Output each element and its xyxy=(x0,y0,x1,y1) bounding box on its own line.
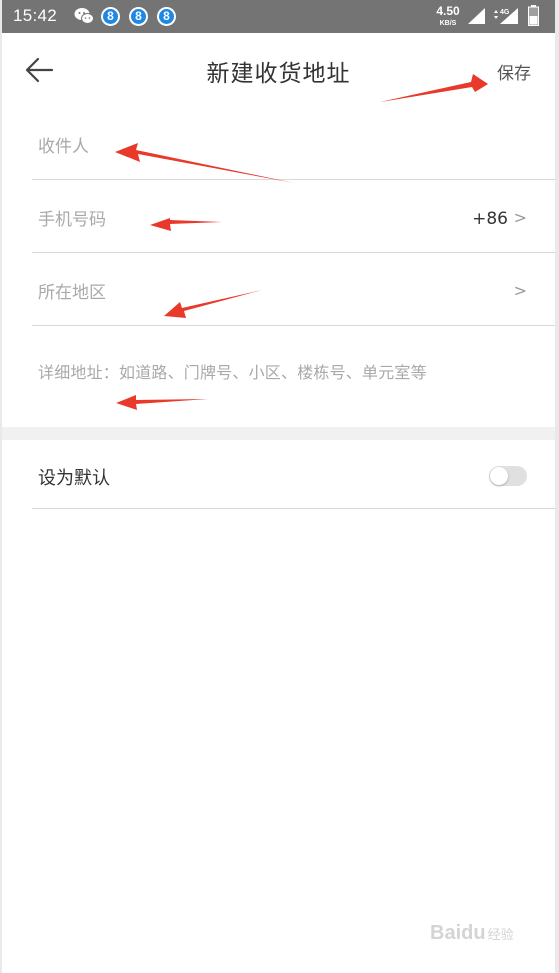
notification-app-icon: 8 xyxy=(129,7,148,26)
set-default-toggle[interactable] xyxy=(489,466,527,486)
watermark-brand: Baidu xyxy=(430,922,486,944)
chevron-right-icon: > xyxy=(513,208,527,227)
chevron-right-icon: > xyxy=(513,281,527,300)
network-speed: 4.50 KB/S xyxy=(436,4,460,27)
network-type-label: 4G xyxy=(500,9,510,16)
notification-app-icon: 8 xyxy=(101,7,120,26)
detail-address-field[interactable]: 详细地址：如道路、门牌号、小区、楼栋号、单元室等 xyxy=(38,359,427,383)
battery-icon xyxy=(528,5,539,26)
screen: 15:42 8 8 8 4.50 KB/S 4G 新建收货地址 保存 收件人 手… xyxy=(2,0,555,973)
recipient-placeholder: 收件人 xyxy=(38,137,89,157)
app-header: 新建收货地址 保存 xyxy=(2,33,555,107)
section-divider xyxy=(2,427,555,440)
recipient-field[interactable]: 收件人 xyxy=(32,107,555,180)
region-placeholder: 所在地区 xyxy=(38,283,106,303)
set-default-row: 设为默认 xyxy=(32,440,555,509)
region-field[interactable]: 所在地区 > xyxy=(32,253,555,326)
status-time: 15:42 xyxy=(13,6,58,25)
page-title: 新建收货地址 xyxy=(206,61,351,87)
cellular-signal-icon: 4G xyxy=(494,8,518,24)
phone-placeholder: 手机号码 xyxy=(38,210,106,230)
save-button[interactable]: 保存 xyxy=(497,59,531,84)
notification-app-icon: 8 xyxy=(157,7,176,26)
phone-field[interactable]: 手机号码 +86 > xyxy=(32,180,555,253)
address-form: 收件人 手机号码 +86 > 所在地区 > 详细地址：如道路、门牌号、小区、楼栋… xyxy=(2,107,555,427)
wifi-signal-icon xyxy=(468,8,485,24)
baidu-watermark: Baidu 经验 xyxy=(430,922,514,945)
country-code-selector[interactable]: +86 xyxy=(472,209,508,229)
set-default-label: 设为默认 xyxy=(38,468,110,489)
status-bar: 15:42 8 8 8 4.50 KB/S 4G xyxy=(2,0,555,33)
watermark-suffix: 经验 xyxy=(487,927,514,942)
toggle-knob xyxy=(490,467,508,485)
wechat-icon xyxy=(74,8,94,24)
